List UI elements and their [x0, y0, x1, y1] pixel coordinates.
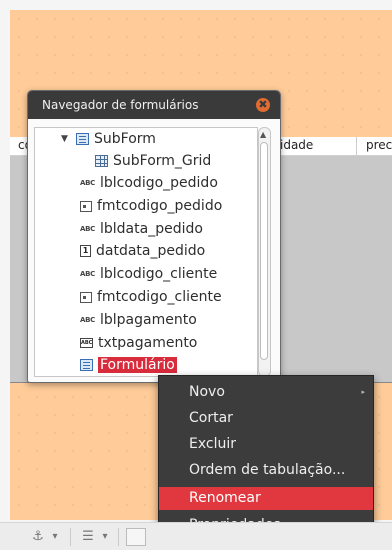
tree-item-label: lblpagamento [100, 312, 197, 328]
tree-item-datdata-pedido[interactable]: 1 datdata_pedido [80, 240, 205, 262]
form-tree: ▼ SubForm SubForm_Grid ABC lblcodigo_pedid… [34, 127, 258, 377]
label-icon: ABC [80, 270, 95, 278]
tree-item-label: SubForm_Grid [113, 153, 212, 169]
label-icon: ABC [80, 225, 95, 233]
tree-item-label: lbldata_pedido [100, 221, 203, 237]
form-navigator-dialog: Navegador de formulários ✖ ▼ SubForm SubF… [27, 90, 281, 383]
close-icon[interactable]: ✖ [256, 98, 270, 112]
form-icon [76, 133, 89, 145]
tree-item-formulario[interactable]: Formulário [80, 354, 177, 376]
tree-item-label: datdata_pedido [96, 243, 206, 259]
context-menu: Novo ▸ Cortar Excluir Ordem de tabulação… [158, 375, 374, 543]
menu-item-label: Renomear [189, 490, 261, 506]
toolbar-separator [70, 528, 71, 546]
grid-icon [95, 155, 108, 167]
tree-item-label: txtpagamento [98, 335, 198, 351]
menu-item-label: Ordem de tabulação... [189, 462, 346, 478]
tree-item-label: Formulário [98, 357, 177, 373]
formatted-field-icon [80, 200, 92, 212]
date-field-icon: 1 [80, 245, 91, 257]
submenu-arrow-icon: ▸ [361, 388, 365, 396]
column-separator [356, 137, 357, 155]
chevron-down-icon[interactable]: ▾ [50, 528, 60, 546]
form-icon [80, 359, 93, 371]
tree-item-fmtcodigo-pedido[interactable]: fmtcodigo_pedido [80, 195, 222, 217]
column-header[interactable]: idade [280, 138, 313, 152]
tree-item-label: fmtcodigo_cliente [97, 289, 222, 305]
chevron-down-icon[interactable]: ▾ [100, 528, 110, 546]
tree-item-lblcodigo-cliente[interactable]: ABC lblcodigo_cliente [80, 263, 217, 285]
align-icon[interactable]: ☰ [80, 528, 96, 546]
grid-toggle-button[interactable] [126, 528, 146, 546]
tree-item-subform-grid[interactable]: SubForm_Grid [95, 150, 211, 172]
tree-item-lblpagamento[interactable]: ABC lblpagamento [80, 309, 197, 331]
expander-icon[interactable]: ▼ [61, 128, 73, 150]
toolbar-separator [118, 528, 119, 546]
tree-item-label: lblcodigo_cliente [100, 266, 218, 282]
tree-item-subform[interactable]: ▼ SubForm [61, 128, 156, 150]
tree-item-label: SubForm [94, 131, 156, 147]
scroll-up-icon[interactable]: ▲ [260, 130, 266, 139]
menu-item-excluir[interactable]: Excluir [159, 433, 373, 456]
tree-item-label: fmtcodigo_pedido [97, 198, 223, 214]
menu-item-renomear[interactable]: Renomear [159, 487, 373, 510]
tree-item-lblcodigo-pedido[interactable]: ABC lblcodigo_pedido [80, 172, 218, 194]
formatted-field-icon [80, 291, 92, 303]
dialog-titlebar[interactable]: Navegador de formulários ✖ [28, 91, 280, 119]
dialog-title: Navegador de formulários [42, 98, 199, 112]
text-field-icon: ABC [80, 338, 93, 348]
bottom-toolbar: ⚓ ▾ ☰ ▾ [0, 522, 392, 550]
menu-item-cortar[interactable]: Cortar [159, 407, 373, 430]
tree-item-txtpagamento[interactable]: ABC txtpagamento [80, 332, 197, 354]
scrollbar-thumb[interactable] [260, 142, 268, 360]
menu-item-label: Excluir [189, 436, 236, 452]
anchor-icon[interactable]: ⚓ [30, 528, 46, 546]
tree-item-lbldata-pedido[interactable]: ABC lbldata_pedido [80, 218, 203, 240]
menu-item-ordem-tabulacao[interactable]: Ordem de tabulação... [159, 459, 373, 482]
label-icon: ABC [80, 316, 95, 324]
menu-item-label: Cortar [189, 410, 233, 426]
menu-item-novo[interactable]: Novo ▸ [159, 381, 373, 404]
vertical-scrollbar[interactable]: ▲ [258, 127, 271, 377]
tree-item-fmtcodigo-cliente[interactable]: fmtcodigo_cliente [80, 286, 222, 308]
label-icon: ABC [80, 179, 95, 187]
menu-item-label: Novo [189, 384, 225, 400]
column-header[interactable]: prec [366, 138, 392, 152]
tree-item-label: lblcodigo_pedido [100, 175, 218, 191]
